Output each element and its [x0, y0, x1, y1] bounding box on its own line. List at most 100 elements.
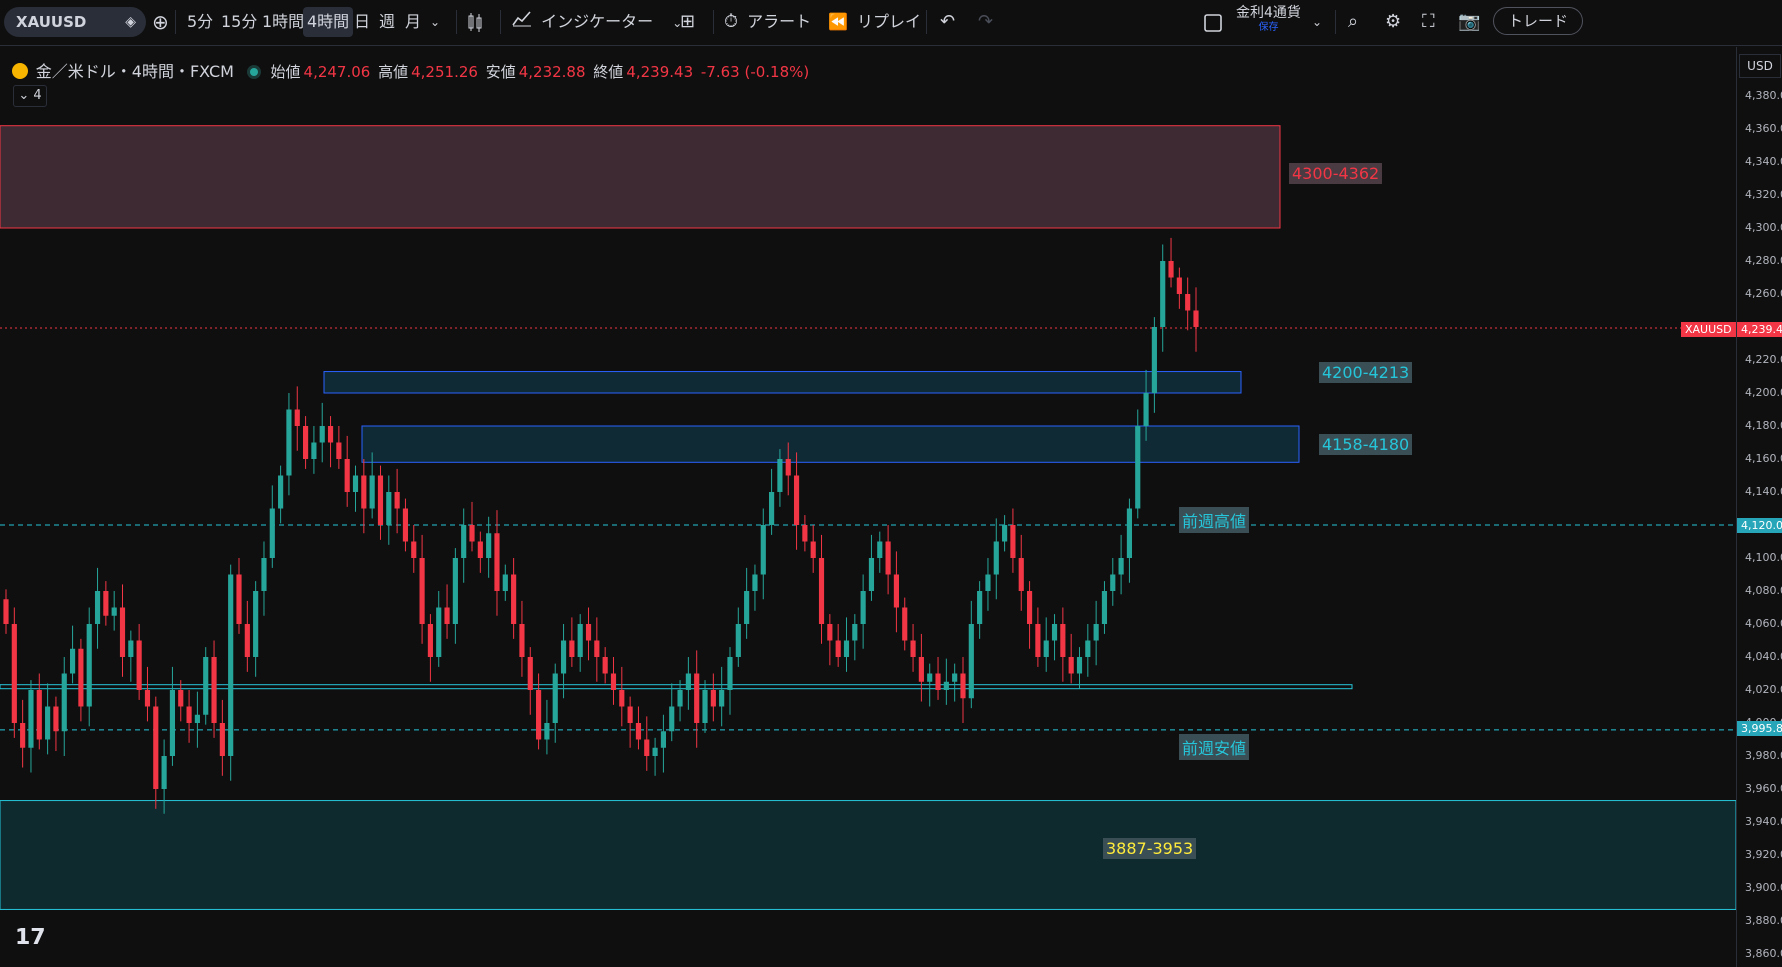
price-tick-label: 4,140.0 — [1745, 485, 1782, 498]
timeframe-dropdown-chevron-icon[interactable]: ⌄ — [430, 7, 440, 37]
candle-body — [1010, 525, 1016, 558]
replay-label: リプレイ — [857, 12, 922, 31]
candle-body — [1043, 640, 1049, 657]
candle-body — [111, 607, 117, 616]
candle-body — [744, 591, 750, 624]
undo-icon[interactable]: ↶ — [940, 7, 955, 37]
candle-body — [752, 574, 758, 591]
high-label: 高値 — [378, 63, 409, 81]
price-tick-label: 3,900.0 — [1745, 881, 1782, 894]
candle-body — [1126, 508, 1133, 558]
price-tick-label: 4,040.0 — [1745, 650, 1782, 663]
candle-body — [652, 747, 658, 756]
candle-body — [94, 591, 101, 624]
quick-search-icon[interactable]: ⌕ — [1348, 7, 1358, 37]
price-tick-label: 4,220.0 — [1745, 353, 1782, 366]
alert-button[interactable]: ⏱ アラート — [724, 7, 811, 37]
candle-body — [153, 706, 159, 789]
candle-body — [344, 459, 350, 492]
candle-body — [727, 657, 733, 690]
timeframe-4h[interactable]: 4時間 — [303, 7, 354, 37]
candle-body — [544, 723, 550, 740]
timeframe-5m[interactable]: 5分 — [183, 7, 217, 37]
support-zone-2 — [361, 425, 1300, 463]
candle-body — [1143, 393, 1149, 426]
candle-body — [61, 673, 67, 732]
candle-body — [877, 541, 883, 558]
symbol-flag-icon[interactable]: ◈ — [125, 7, 136, 37]
candle-body — [835, 640, 841, 657]
compare-add-icon[interactable]: ⊕ — [152, 7, 169, 37]
candle-body — [918, 657, 924, 682]
price-tick-label: 4,060.0 — [1745, 617, 1782, 630]
candle-body — [236, 574, 242, 624]
layout-chevron-icon[interactable]: ⌄ — [1312, 7, 1322, 37]
timeframe-1w[interactable]: 週 — [375, 7, 399, 37]
replay-button[interactable]: ⏪ リプレイ — [828, 7, 921, 37]
tradingview-logo[interactable]: 𝟭𝟳 — [15, 924, 46, 950]
candle-body — [502, 574, 508, 591]
candle-body — [1168, 261, 1174, 278]
price-chart[interactable] — [0, 47, 1736, 967]
candle-body — [119, 607, 126, 657]
snapshot-camera-icon[interactable]: 📷 — [1458, 7, 1480, 37]
candle-body — [685, 673, 691, 690]
candle-body — [36, 690, 42, 740]
candle-body — [469, 525, 475, 542]
price-axis[interactable]: USD 4,380.0 4,360.0 4,340.0 4,320.0 4,300.0 4… — [1736, 47, 1782, 967]
candle-body — [452, 558, 458, 624]
timeframe-1d[interactable]: 日 — [350, 7, 374, 37]
price-tick-label: 4,360.0 — [1745, 122, 1782, 135]
timeframe-1m[interactable]: 月 — [401, 7, 425, 37]
candle-body — [253, 591, 259, 657]
candle-body — [635, 723, 642, 740]
layout-checkbox-icon[interactable] — [1204, 7, 1222, 37]
candle-body — [1076, 657, 1083, 674]
candle-body — [103, 591, 109, 616]
layout-name: 金利4通貨 — [1236, 5, 1301, 21]
candle-body — [394, 492, 400, 509]
candle-type-icon[interactable] — [466, 7, 484, 37]
price-tick-label: 4,080.0 — [1745, 584, 1782, 597]
candle-body — [719, 690, 725, 707]
layout-grid-icon[interactable]: ⊞ — [680, 7, 695, 37]
candle-body — [1002, 525, 1008, 542]
candle-body — [852, 624, 858, 641]
chart-area[interactable]: 金／米ドル・4時間・FXCM 始値 4,247.06 高値 4,251.26 安値 4… — [0, 47, 1736, 967]
candle-body — [178, 690, 184, 707]
symbol-search[interactable]: XAUUSD ◈ — [4, 7, 146, 37]
trade-button[interactable]: トレード — [1493, 7, 1584, 35]
candle-body — [627, 706, 633, 723]
candle-body — [28, 690, 34, 748]
indicators-button[interactable]: インジケーター ⌄ — [512, 7, 682, 37]
price-tick-label: 3,940.0 — [1745, 815, 1782, 828]
redo-icon[interactable]: ↷ — [978, 7, 993, 37]
settings-gear-icon[interactable]: ⚙ — [1385, 7, 1401, 37]
layout-name-button[interactable]: 金利4通貨 保存 — [1236, 4, 1301, 34]
timeframe-1h[interactable]: 1時間 — [258, 7, 308, 37]
top-toolbar: XAUUSD ◈ ⊕ 5分 15分 1時間 4時間 日 週 月 ⌄ インジケータ… — [0, 0, 1782, 46]
candle-body — [169, 690, 176, 756]
candle-body — [1093, 624, 1099, 641]
candle-body — [11, 624, 17, 723]
candle-body — [793, 475, 800, 525]
currency-label[interactable]: USD — [1739, 54, 1781, 78]
fullscreen-icon[interactable]: ⛶ — [1422, 7, 1435, 37]
price-tick-label: 4,200.0 — [1745, 386, 1782, 399]
legend-collapse-button[interactable]: ⌄ 4 — [13, 85, 47, 107]
candle-body — [1118, 558, 1124, 575]
candle-body — [511, 574, 517, 624]
candle-body — [1060, 624, 1066, 657]
candle-body — [69, 648, 76, 674]
candle-body — [419, 558, 425, 624]
candle-body — [494, 533, 500, 591]
candle-body — [352, 475, 359, 492]
low-value: 4,232.88 — [518, 63, 586, 81]
price-tick-label: 4,380.0 — [1745, 89, 1782, 102]
candle-body — [461, 525, 467, 558]
candle-body — [585, 624, 592, 641]
price-tick-label: 4,100.0 — [1745, 551, 1782, 564]
candle-body — [128, 640, 134, 657]
timeframe-15m[interactable]: 15分 — [217, 7, 261, 37]
price-tick-label: 3,860.0 — [1745, 947, 1782, 960]
